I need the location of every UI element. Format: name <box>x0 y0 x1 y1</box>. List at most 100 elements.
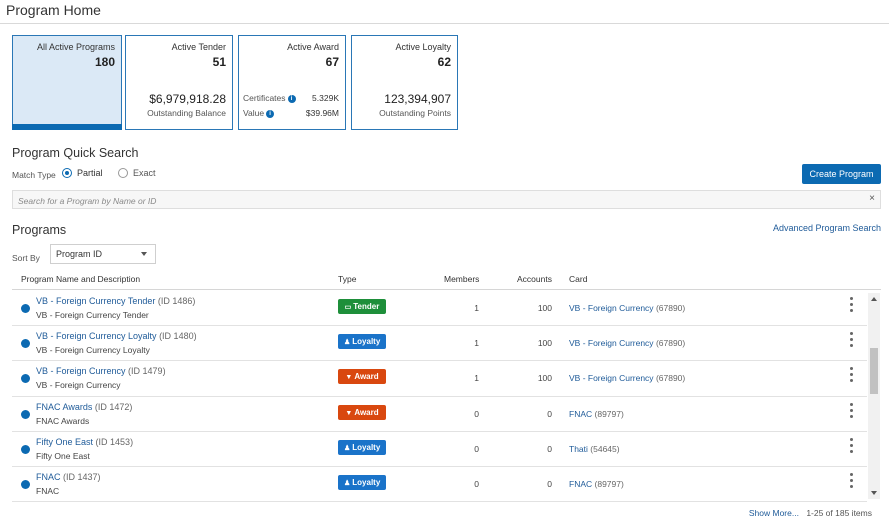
card-link[interactable]: VB - Foreign Currency (67890) <box>569 373 685 383</box>
more-actions-icon[interactable] <box>850 402 854 421</box>
program-search-box: × <box>12 190 881 210</box>
tile-count: 51 <box>212 55 226 69</box>
program-name[interactable]: Fifty One East <box>36 437 93 447</box>
scroll-up-icon[interactable] <box>871 297 877 301</box>
program-description: Fifty One East <box>36 450 90 461</box>
sort-by-value: Program ID <box>56 249 103 259</box>
more-actions-icon[interactable] <box>850 472 854 491</box>
table-row[interactable]: VB - Foreign Currency Loyalty (ID 1480) V… <box>12 326 867 362</box>
show-more-link[interactable]: Show More... <box>749 508 799 518</box>
certificates-label: Certificates <box>243 93 286 103</box>
table-scrollbar[interactable] <box>868 293 880 499</box>
info-icon[interactable]: i <box>266 109 275 118</box>
card-link[interactable]: VB - Foreign Currency (67890) <box>569 303 685 313</box>
program-name-link[interactable]: Fifty One East (ID 1453) <box>36 437 133 447</box>
program-search-input[interactable] <box>13 192 853 210</box>
sort-by-label: Sort By <box>12 253 40 263</box>
radio-partial[interactable]: Partial <box>62 168 103 178</box>
more-actions-icon[interactable] <box>850 437 854 456</box>
card-link[interactable]: Thati (54645) <box>569 444 620 454</box>
program-id: (ID 1486) <box>157 296 196 306</box>
accounts-count: 0 <box>547 443 552 454</box>
outstanding-points-value: 123,394,907 <box>384 92 451 106</box>
column-header-members[interactable]: Members <box>444 274 479 284</box>
accounts-count: 0 <box>547 408 552 419</box>
program-description: VB - Foreign Currency Loyalty <box>36 345 150 356</box>
program-name-link[interactable]: VB - Foreign Currency (ID 1479) <box>36 366 166 376</box>
type-label: Loyalty <box>352 442 381 452</box>
table-row[interactable]: Fifty One East (ID 1453) Fifty One East ♟ L… <box>12 432 867 467</box>
card-name[interactable]: FNAC <box>569 409 592 419</box>
card-name[interactable]: FNAC <box>569 479 592 489</box>
type-badge: ▼ Award <box>338 404 386 420</box>
column-header-card[interactable]: Card <box>569 274 587 284</box>
type-badge: ♟ Loyalty <box>338 439 386 455</box>
type-badge: ♟ Loyalty <box>338 334 386 350</box>
program-table-body: VB - Foreign Currency Tender (ID 1486) VB… <box>12 291 867 503</box>
card-name[interactable]: VB - Foreign Currency <box>569 303 654 313</box>
tile-active-tender[interactable]: Active Tender 51 $6,979,918.28 Outstandi… <box>125 35 233 130</box>
card-link[interactable]: VB - Foreign Currency (67890) <box>569 338 685 348</box>
program-name[interactable]: FNAC <box>36 472 61 482</box>
tile-active-award[interactable]: Active Award 67 Certificates i 5.329K Val… <box>238 35 346 130</box>
program-name[interactable]: VB - Foreign Currency <box>36 366 126 376</box>
status-dot-icon <box>21 374 30 384</box>
program-name-link[interactable]: VB - Foreign Currency Loyalty (ID 1480) <box>36 331 197 341</box>
card-name[interactable]: Thati <box>569 444 588 454</box>
table-footer: Show More... 1-25 of 185 items <box>749 508 872 518</box>
scrollbar-thumb[interactable] <box>870 348 878 394</box>
info-icon[interactable]: i <box>287 94 296 103</box>
program-name-link[interactable]: VB - Foreign Currency Tender (ID 1486) <box>36 296 195 306</box>
certificates-row: Certificates i 5.329K <box>243 93 339 103</box>
item-range: 1-25 of 185 items <box>806 508 872 518</box>
table-header: Program Name and Description Type Member… <box>12 268 881 290</box>
column-header-name[interactable]: Program Name and Description <box>21 274 140 284</box>
card-name[interactable]: VB - Foreign Currency <box>569 338 654 348</box>
more-actions-icon[interactable] <box>850 367 854 385</box>
program-id: (ID 1437) <box>63 471 101 482</box>
tile-count: 180 <box>94 55 115 69</box>
program-id: (ID 1479) <box>128 366 166 377</box>
tile-all-active-programs[interactable]: All Active Programs 180 <box>12 35 122 130</box>
tile-active-loyalty[interactable]: Active Loyalty 62 123,394,907 Outstandin… <box>351 35 458 130</box>
program-name[interactable]: FNAC Awards <box>36 402 92 412</box>
card-name[interactable]: VB - Foreign Currency <box>569 373 654 383</box>
accounts-count: 100 <box>537 373 552 384</box>
table-row[interactable]: FNAC Awards (ID 1472) FNAC Awards ▼ Award 0 0… <box>12 397 867 432</box>
radio-exact[interactable]: Exact <box>118 168 156 178</box>
column-header-type[interactable]: Type <box>338 274 356 284</box>
card-link[interactable]: FNAC (89797) <box>569 479 624 489</box>
column-header-accounts[interactable]: Accounts <box>517 274 552 284</box>
table-row[interactable]: FNAC (ID 1437) FNAC ♟ Loyalty 0 0 FNAC (89797) <box>12 467 867 503</box>
quick-search-title: Program Quick Search <box>12 146 139 160</box>
more-actions-icon[interactable] <box>850 297 854 315</box>
card-link[interactable]: FNAC (89797) <box>569 409 624 419</box>
match-type-label: Match Type <box>12 170 56 180</box>
members-count: 0 <box>474 443 479 454</box>
status-dot-icon <box>21 479 30 489</box>
type-icon: ♟ <box>344 479 351 487</box>
members-count: 0 <box>474 408 479 419</box>
outstanding-points-label: Outstanding Points <box>379 108 451 118</box>
accounts-count: 0 <box>547 478 552 489</box>
clear-icon[interactable]: × <box>869 193 875 204</box>
type-icon: ▼ <box>345 409 353 417</box>
create-program-button[interactable]: Create Program <box>802 164 881 184</box>
radio-partial-label: Partial <box>77 168 103 178</box>
program-name-link[interactable]: FNAC Awards (ID 1472) <box>36 402 132 412</box>
table-row[interactable]: VB - Foreign Currency (ID 1479) VB - Fore… <box>12 361 867 397</box>
more-actions-icon[interactable] <box>850 332 854 350</box>
scroll-down-icon[interactable] <box>871 491 877 495</box>
advanced-program-search-link[interactable]: Advanced Program Search <box>773 223 881 233</box>
tile-count: 62 <box>437 55 451 69</box>
program-name[interactable]: VB - Foreign Currency Loyalty <box>36 331 157 341</box>
members-count: 1 <box>474 303 479 313</box>
sort-by-select[interactable]: Program ID <box>50 244 156 264</box>
program-name[interactable]: VB - Foreign Currency Tender <box>36 296 155 306</box>
radio-selected-icon[interactable] <box>62 168 72 178</box>
card-id: (89797) <box>594 478 624 489</box>
radio-unselected-icon[interactable] <box>118 168 128 178</box>
type-label: Loyalty <box>352 477 381 487</box>
table-row[interactable]: VB - Foreign Currency Tender (ID 1486) VB… <box>12 291 867 327</box>
program-name-link[interactable]: FNAC (ID 1437) <box>36 472 101 482</box>
